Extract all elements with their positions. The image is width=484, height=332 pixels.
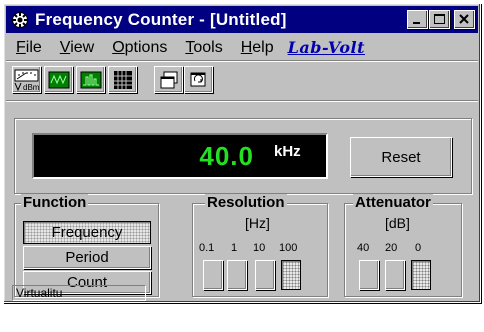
resolution-group-label: Resolution	[205, 194, 287, 212]
menu-tools-label: ools	[193, 38, 223, 56]
status-bar: Virtualitu	[6, 284, 478, 302]
resolution-group: Resolution [Hz] 0.1 1 10 100	[192, 194, 328, 297]
title-bar[interactable]: Frequency Counter - [Untitled]	[6, 6, 478, 33]
frequency-button[interactable]: Frequency	[23, 221, 151, 244]
resolution-tick-100: 100	[279, 242, 298, 254]
toolbar-separator	[6, 100, 478, 102]
menu-help[interactable]: Help	[241, 39, 274, 57]
menu-options-label: ptions	[124, 38, 168, 56]
gear-icon[interactable]	[11, 11, 29, 29]
spectrum-icon	[80, 71, 101, 88]
attenuator-group: Attenuator [dB] 40 20 0	[344, 194, 462, 297]
dbm-meter-icon: dBm	[14, 69, 39, 91]
menu-file[interactable]: File	[16, 39, 42, 57]
minimize-icon	[413, 22, 420, 24]
menu-view-label: iew	[70, 38, 95, 56]
frequency-display: 40.0 kHz	[32, 133, 328, 179]
menu-view-mnemonic: V	[59, 38, 71, 56]
attenuator-group-label: Attenuator	[353, 194, 433, 212]
oscilloscope-icon	[48, 71, 69, 88]
table-icon	[113, 70, 132, 89]
maximize-button[interactable]	[429, 10, 450, 29]
close-button[interactable]	[454, 10, 475, 29]
refresh-window-icon	[190, 72, 205, 86]
menu-help-mnemonic: H	[240, 38, 253, 56]
lab-volt-logo: Lab-Volt	[287, 38, 366, 57]
frequency-counter-window: Frequency Counter - [Untitled] File View…	[3, 3, 481, 303]
copy-window-button[interactable]	[154, 66, 183, 93]
table-button[interactable]	[108, 66, 137, 93]
spectrum-analyzer-button[interactable]	[76, 66, 105, 93]
resolution-tick-10: 10	[253, 242, 266, 254]
function-group-label: Function	[21, 194, 89, 212]
function-group: Function Frequency Period Count	[14, 194, 159, 297]
minimize-button[interactable]	[407, 10, 428, 29]
attenuator-tick-40: 40	[357, 242, 370, 254]
resolution-tick-0.1: 0.1	[199, 242, 215, 254]
attenuator-tick-0: 0	[415, 242, 422, 254]
window-title: Frequency Counter - [Untitled]	[35, 9, 287, 29]
menu-file-mnemonic: F	[16, 38, 26, 56]
frequency-value: 40.0	[199, 141, 254, 171]
resolution-tick-1: 1	[231, 242, 238, 254]
menu-help-label: elp	[252, 38, 274, 56]
oscilloscope-button[interactable]	[44, 66, 73, 93]
menu-tools[interactable]: Tools	[185, 39, 222, 57]
toolbar: dBm	[6, 62, 478, 100]
period-button[interactable]: Period	[23, 246, 151, 269]
attenuator-unit: [dB]	[385, 215, 410, 231]
reset-button[interactable]: Reset	[350, 137, 452, 177]
refresh-window-button[interactable]	[184, 66, 213, 93]
menu-options[interactable]: Options	[112, 39, 167, 57]
attenuator-tick-20: 20	[385, 242, 398, 254]
resolution-unit: [Hz]	[245, 215, 270, 231]
menu-file-label: ile	[25, 38, 42, 56]
close-icon	[459, 14, 469, 24]
maximize-icon	[434, 14, 445, 24]
frequency-unit: kHz	[274, 143, 301, 160]
menu-bar: File View Options Tools Help Lab-Volt	[6, 35, 478, 60]
status-text: Virtualitu	[12, 285, 146, 301]
menu-options-mnemonic: O	[112, 38, 125, 56]
dbm-meter-button[interactable]: dBm	[12, 66, 41, 93]
dbm-label: dBm	[23, 83, 39, 91]
menu-view[interactable]: View	[60, 39, 94, 57]
copy-window-icon	[160, 71, 177, 88]
